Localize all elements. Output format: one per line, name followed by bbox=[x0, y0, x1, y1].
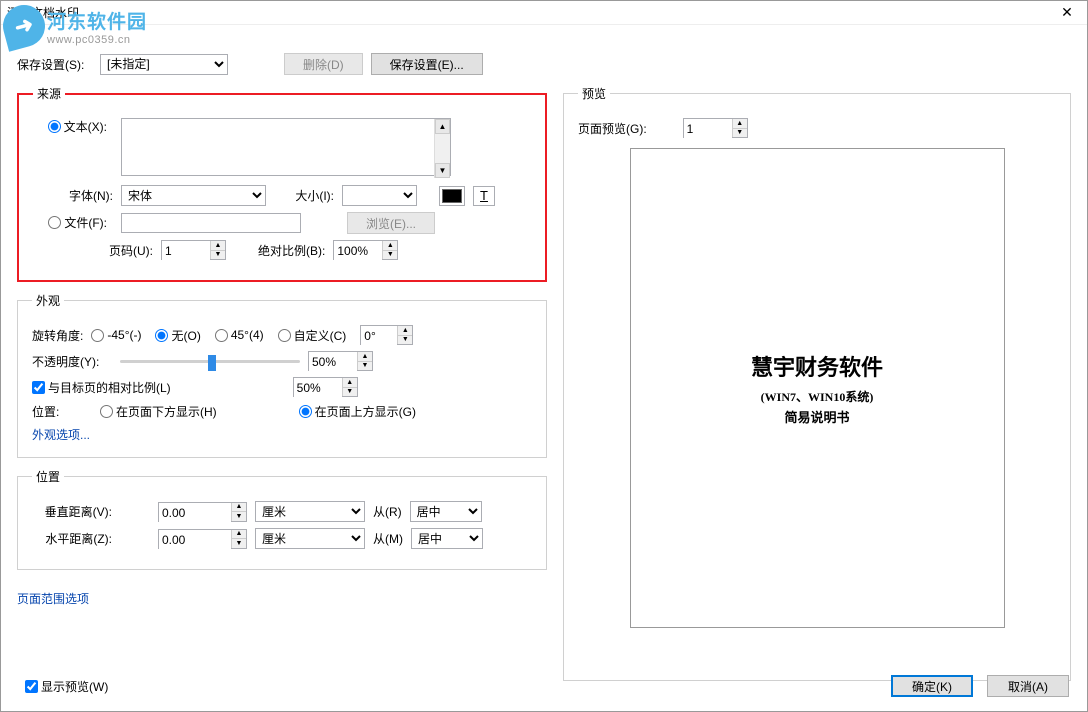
vdist-label: 垂直距离(V): bbox=[32, 503, 112, 520]
absolute-ratio-label: 绝对比例(B): bbox=[258, 242, 325, 259]
page-number-label: 页码(U): bbox=[33, 242, 153, 259]
opacity-spinner[interactable]: ▲▼ bbox=[308, 351, 373, 371]
rotation-45-radio[interactable]: 45°(4) bbox=[215, 328, 264, 342]
browse-button[interactable]: 浏览(E)... bbox=[347, 212, 435, 234]
from-m-label: 从(M) bbox=[373, 530, 403, 547]
show-preview-checkbox[interactable]: 显示预览(W) bbox=[25, 678, 108, 695]
absolute-ratio-spinner[interactable]: ▲▼ bbox=[333, 240, 398, 260]
file-radio[interactable]: 文件(F): bbox=[48, 214, 107, 231]
rotation-custom-spinner[interactable]: ▲▼ bbox=[360, 325, 413, 345]
preview-doc-title: 慧宇财务软件 bbox=[751, 350, 883, 382]
page-preview-label: 页面预览(G): bbox=[578, 120, 647, 137]
window-title: 添加文档水印 bbox=[7, 4, 1047, 21]
from-r-label: 从(R) bbox=[373, 503, 402, 520]
delete-button[interactable]: 删除(D) bbox=[284, 53, 363, 75]
opacity-slider[interactable] bbox=[120, 351, 300, 371]
rotation-none-radio[interactable]: 无(O) bbox=[155, 327, 200, 344]
preview-doc-desc: 简易说明书 bbox=[784, 407, 849, 426]
underline-button[interactable]: T bbox=[473, 186, 495, 206]
preview-fieldset: 预览 页面预览(G): ▲▼ 慧宇财务软件 (WIN7、WIN10系统) 简易说… bbox=[563, 85, 1071, 681]
appearance-legend: 外观 bbox=[32, 292, 64, 309]
scale-checkbox[interactable]: 与目标页的相对比例(L) bbox=[32, 379, 171, 396]
scale-spinner[interactable]: ▲▼ bbox=[293, 377, 358, 397]
page-range-options-link[interactable]: 页面范围选项 bbox=[17, 590, 89, 607]
size-select[interactable] bbox=[342, 185, 417, 206]
text-radio[interactable]: 文本(X): bbox=[48, 118, 107, 135]
hdist-label: 水平距离(Z): bbox=[32, 530, 112, 547]
position-below-radio[interactable]: 在页面下方显示(H) bbox=[100, 403, 217, 420]
textarea-scrollbar[interactable]: ▲ ▼ bbox=[434, 119, 450, 178]
save-settings-label: 保存设置(S): bbox=[17, 56, 92, 73]
preview-legend: 预览 bbox=[578, 85, 610, 102]
save-settings-select[interactable]: [未指定] bbox=[100, 54, 228, 75]
position-legend: 位置 bbox=[32, 468, 64, 485]
appearance-options-link[interactable]: 外观选项... bbox=[32, 428, 90, 442]
page-number-spinner[interactable]: ▲▼ bbox=[161, 240, 226, 260]
rotation-neg45-radio[interactable]: -45°(-) bbox=[91, 328, 141, 342]
cancel-button[interactable]: 取消(A) bbox=[987, 675, 1069, 697]
preview-doc-subtitle: (WIN7、WIN10系统) bbox=[761, 388, 874, 405]
close-button[interactable]: ✕ bbox=[1047, 1, 1087, 25]
position-label: 位置: bbox=[32, 403, 92, 420]
preview-page: 慧宇财务软件 (WIN7、WIN10系统) 简易说明书 bbox=[630, 148, 1005, 628]
size-label: 大小(I): bbox=[274, 187, 334, 204]
font-select[interactable]: 宋体 bbox=[121, 185, 266, 206]
opacity-label: 不透明度(Y): bbox=[32, 353, 112, 370]
font-label: 字体(N): bbox=[33, 187, 113, 204]
text-input[interactable] bbox=[121, 118, 451, 176]
vdist-anchor-select[interactable]: 居中 bbox=[410, 501, 482, 522]
page-preview-spinner[interactable]: ▲▼ bbox=[683, 118, 748, 138]
vdist-unit-select[interactable]: 厘米 bbox=[255, 501, 365, 522]
rotation-custom-radio[interactable]: 自定义(C) bbox=[278, 327, 347, 344]
hdist-spinner[interactable]: ▲▼ bbox=[158, 529, 247, 549]
position-above-radio[interactable]: 在页面上方显示(G) bbox=[299, 403, 416, 420]
position-fieldset: 位置 垂直距离(V): ▲▼ 厘米 从(R) 居中 水平距离(Z): bbox=[17, 468, 547, 570]
hdist-unit-select[interactable]: 厘米 bbox=[255, 528, 365, 549]
appearance-fieldset: 外观 旋转角度: -45°(-) 无(O) 45°(4) 自定义(C) ▲▼ bbox=[17, 292, 547, 458]
color-picker[interactable] bbox=[439, 186, 465, 206]
hdist-anchor-select[interactable]: 居中 bbox=[411, 528, 483, 549]
file-input[interactable] bbox=[121, 213, 301, 233]
ok-button[interactable]: 确定(K) bbox=[891, 675, 973, 697]
rotation-label: 旋转角度: bbox=[32, 327, 83, 344]
source-fieldset: 来源 文本(X): ▲ ▼ bbox=[17, 85, 547, 282]
vdist-spinner[interactable]: ▲▼ bbox=[158, 502, 247, 522]
save-config-button[interactable]: 保存设置(E)... bbox=[371, 53, 483, 75]
source-legend: 来源 bbox=[33, 85, 65, 102]
